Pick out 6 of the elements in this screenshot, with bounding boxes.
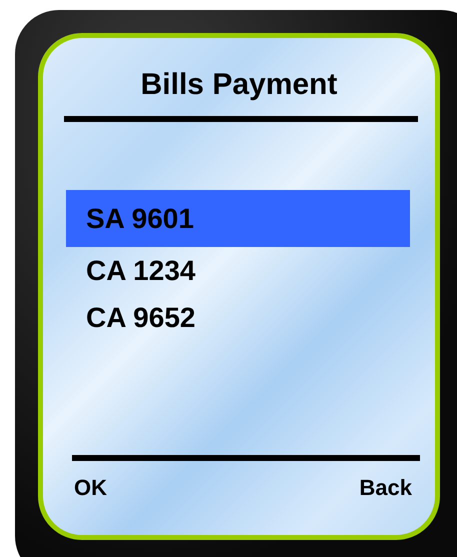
back-softkey[interactable]: Back <box>359 475 412 501</box>
screen-title: Bills Payment <box>140 68 338 102</box>
account-item[interactable]: CA 1234 <box>66 247 410 294</box>
ok-softkey[interactable]: OK <box>74 475 107 501</box>
account-item[interactable]: SA 9601 <box>66 190 410 247</box>
account-item[interactable]: CA 9652 <box>66 294 410 341</box>
